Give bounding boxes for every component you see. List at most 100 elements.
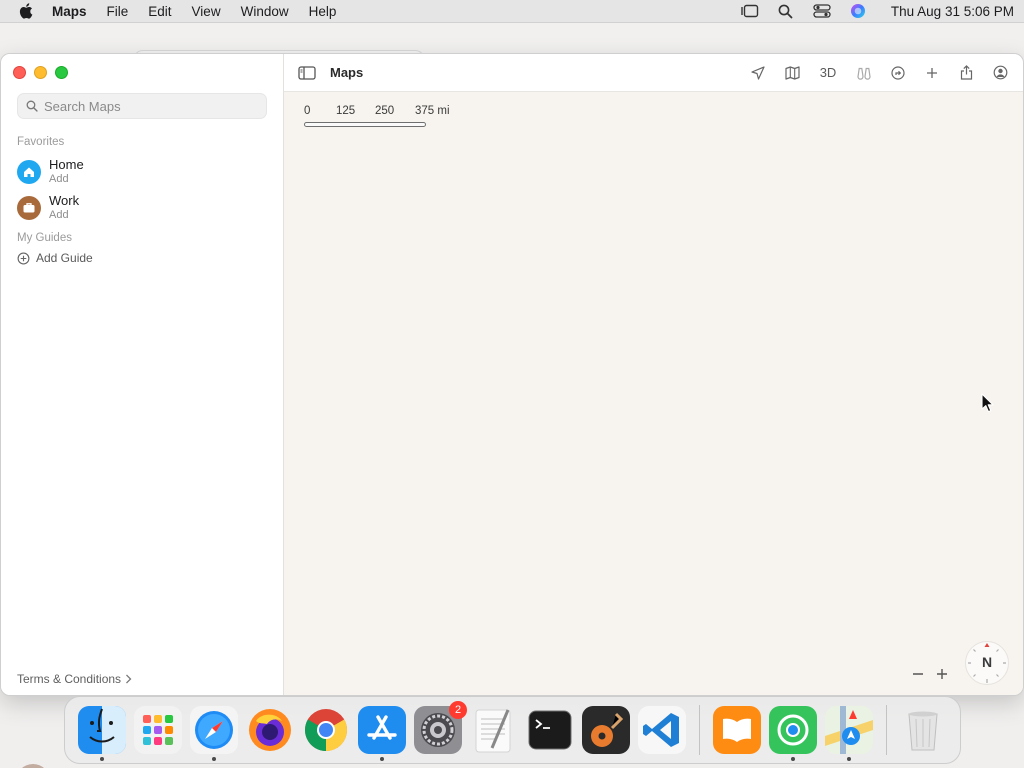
menu-help[interactable]: Help xyxy=(309,4,337,19)
favorite-home-add[interactable]: Add xyxy=(49,172,84,186)
dock-maps[interactable] xyxy=(824,706,873,761)
search-input[interactable] xyxy=(44,98,254,114)
app-store-icon xyxy=(358,706,406,754)
sidebar-toggle-icon[interactable] xyxy=(298,65,316,80)
firefox-icon xyxy=(249,709,291,751)
notification-badge: 2 xyxy=(449,701,467,719)
toolbar: Maps 3D xyxy=(284,54,1023,92)
zoom-in-button[interactable] xyxy=(933,665,951,683)
guitar-icon xyxy=(582,706,630,754)
look-around-button[interactable] xyxy=(847,61,881,85)
dock-separator xyxy=(885,705,886,755)
running-indicator xyxy=(846,757,851,761)
dock-safari[interactable] xyxy=(190,706,238,761)
dock: 2 xyxy=(64,696,961,764)
running-indicator xyxy=(380,757,384,761)
account-button[interactable] xyxy=(983,61,1017,85)
favorites-heading: Favorites xyxy=(17,136,65,148)
dock-find-my[interactable] xyxy=(768,706,817,761)
siri-icon[interactable] xyxy=(849,3,867,19)
window-controls xyxy=(13,66,68,79)
apple-logo-icon[interactable] xyxy=(18,2,36,20)
minus-icon xyxy=(913,673,923,675)
sidebar: Favorites Home Add Work Add My Guides Ad… xyxy=(1,54,284,695)
spotlight-search-icon[interactable] xyxy=(777,3,795,19)
stage-manager-icon[interactable] xyxy=(741,3,759,19)
briefcase-icon xyxy=(17,196,41,220)
mouse-cursor-icon xyxy=(981,393,994,413)
share-button[interactable] xyxy=(949,61,983,85)
zoom-window-button[interactable] xyxy=(55,66,68,79)
menu-bar-status: Thu Aug 31 5:06 PM xyxy=(741,3,1014,19)
menu-edit[interactable]: Edit xyxy=(148,4,171,19)
person-circle-icon xyxy=(993,65,1007,80)
search-icon xyxy=(26,100,38,112)
compass-button[interactable]: N xyxy=(965,641,1009,685)
dock-app-store[interactable] xyxy=(358,706,406,761)
dock-garageband[interactable] xyxy=(582,706,630,754)
plus-circle-icon xyxy=(17,252,30,264)
my-guides-heading: My Guides xyxy=(17,232,72,244)
running-indicator xyxy=(212,757,216,761)
running-indicator xyxy=(790,757,795,761)
scale-label: 375 mi xyxy=(415,105,450,117)
menu-bar-clock[interactable]: Thu Aug 31 5:06 PM xyxy=(891,4,1014,19)
dock-textedit[interactable] xyxy=(470,706,518,754)
chevron-right-icon xyxy=(126,674,132,684)
textedit-icon xyxy=(475,709,511,753)
control-center-icon[interactable] xyxy=(813,3,831,19)
favorite-home-name: Home xyxy=(49,157,84,172)
maps-window: Favorites Home Add Work Add My Guides Ad… xyxy=(0,53,1024,696)
search-field[interactable] xyxy=(17,93,267,119)
share-icon xyxy=(960,65,972,80)
compass-north-label: N xyxy=(981,654,993,670)
map-icon xyxy=(784,65,800,80)
dock-books[interactable] xyxy=(712,706,761,754)
scale-label: 250 xyxy=(375,105,395,117)
dock-trash[interactable] xyxy=(899,706,947,754)
add-guide-label: Add Guide xyxy=(36,251,93,265)
favorite-home[interactable]: Home Add xyxy=(17,156,267,188)
dock-chrome[interactable] xyxy=(302,706,350,754)
directions-icon xyxy=(891,65,905,80)
launchpad-icon xyxy=(134,706,182,754)
map-mode-button[interactable] xyxy=(775,61,809,85)
terms-label: Terms & Conditions xyxy=(17,672,122,686)
add-button[interactable] xyxy=(915,61,949,85)
dock-terminal[interactable] xyxy=(526,706,574,754)
menu-view[interactable]: View xyxy=(192,4,221,19)
map-scale: 0 125 250 375 mi xyxy=(304,105,464,127)
directions-button[interactable] xyxy=(881,61,915,85)
zoom-out-button[interactable] xyxy=(909,665,927,683)
map-canvas[interactable]: 0 125 250 375 mi N xyxy=(284,92,1023,695)
vscode-icon xyxy=(638,706,686,754)
3d-button[interactable]: 3D xyxy=(809,61,847,85)
menu-app-name[interactable]: Maps xyxy=(52,4,87,19)
favorite-work-name: Work xyxy=(49,193,80,208)
minimize-window-button[interactable] xyxy=(34,66,47,79)
dock-launchpad[interactable] xyxy=(134,706,182,754)
menu-file[interactable]: File xyxy=(107,4,129,19)
finder-icon xyxy=(78,706,126,754)
plus-icon xyxy=(937,669,947,679)
dock-firefox[interactable] xyxy=(246,706,294,754)
dock-system-settings[interactable]: 2 xyxy=(414,701,467,754)
find-my-icon xyxy=(768,706,817,754)
current-location-button[interactable] xyxy=(741,61,775,85)
location-arrow-icon xyxy=(751,65,765,80)
terms-link[interactable]: Terms & Conditions xyxy=(17,672,132,686)
scale-label: 125 xyxy=(336,105,356,117)
close-window-button[interactable] xyxy=(13,66,26,79)
favorite-work-add[interactable]: Add xyxy=(49,208,79,222)
terminal-icon xyxy=(528,710,572,750)
safari-icon xyxy=(190,706,238,754)
running-indicator xyxy=(100,757,104,761)
add-guide-button[interactable]: Add Guide xyxy=(17,251,93,265)
favorite-work[interactable]: Work Add xyxy=(17,192,267,224)
dock-finder[interactable] xyxy=(78,706,126,761)
zoom-controls xyxy=(909,665,951,683)
menu-window[interactable]: Window xyxy=(241,4,289,19)
dock-vscode[interactable] xyxy=(638,706,686,754)
house-icon xyxy=(17,160,41,184)
scale-label: 0 xyxy=(304,105,311,117)
